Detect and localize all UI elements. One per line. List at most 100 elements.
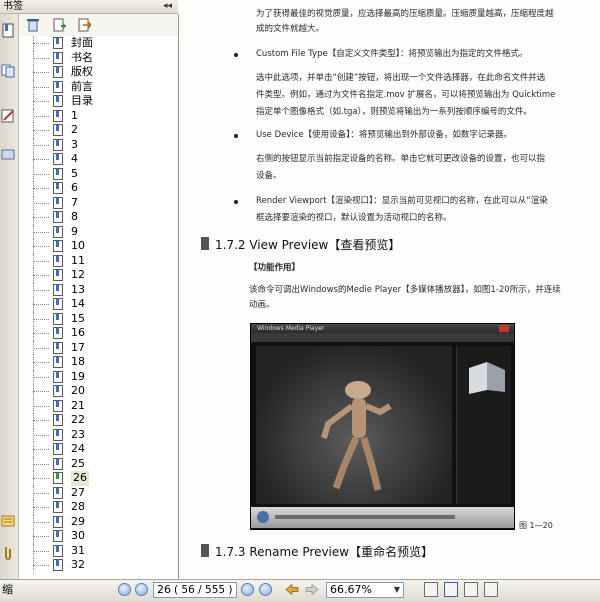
bookmark-item[interactable]: 24 xyxy=(19,442,178,457)
text-line: 选中此选项，并单击“创建”按钮，将出现一个文件选择器，在此命名文件并选 xyxy=(256,73,546,83)
bookmark-icon xyxy=(53,240,63,252)
bookmark-item[interactable]: 23 xyxy=(19,427,178,442)
bookmark-item[interactable]: 17 xyxy=(19,340,178,355)
bookmark-item[interactable]: 27 xyxy=(19,485,178,500)
bookmark-label: 前言 xyxy=(71,79,93,93)
bookmark-item[interactable]: 1 xyxy=(19,108,178,123)
bookmark-label: 19 xyxy=(71,369,85,383)
bookmark-item[interactable]: 6 xyxy=(19,181,178,196)
bookmark-item[interactable]: 25 xyxy=(19,456,178,471)
bookmark-item[interactable]: 封面 xyxy=(19,36,178,51)
tree-connector xyxy=(33,536,49,537)
bookmark-icon xyxy=(53,182,63,194)
tree-connector xyxy=(33,260,49,262)
tree-connector xyxy=(33,376,49,378)
tree-connector xyxy=(33,72,49,73)
annotation-icon[interactable] xyxy=(1,108,16,124)
pages-thumbnail-icon[interactable] xyxy=(1,63,16,79)
bookmark-item[interactable]: 10 xyxy=(19,239,178,254)
bookmark-item[interactable]: 3 xyxy=(19,137,178,152)
bookmark-icon xyxy=(53,530,63,542)
continuous-facing-view-button[interactable] xyxy=(484,582,498,597)
text-line: 该命令可调出Windows的Medie Player【多媒体播放器】，如图1-2… xyxy=(249,285,561,295)
bookmark-icon xyxy=(53,211,63,223)
back-arrow-icon[interactable] xyxy=(285,583,299,596)
media-player-figure: Windows Media Player xyxy=(250,323,515,530)
bookmark-item[interactable]: 5 xyxy=(19,166,178,181)
bookmark-item[interactable]: 9 xyxy=(19,224,178,239)
bookmark-item[interactable]: 7 xyxy=(19,195,178,210)
bookmark-item[interactable]: 32 xyxy=(19,558,178,573)
bookmark-item[interactable]: 8 xyxy=(19,210,178,225)
bookmark-item[interactable]: 4 xyxy=(19,152,178,167)
bookmark-item[interactable]: 19 xyxy=(19,369,178,384)
bookmark-item[interactable]: 13 xyxy=(19,282,178,297)
status-label: 缩 xyxy=(2,583,13,596)
bookmark-item[interactable]: 30 xyxy=(19,529,178,544)
facing-pages-view-button[interactable] xyxy=(464,582,478,597)
single-page-view-button[interactable] xyxy=(424,582,438,597)
bookmark-item[interactable]: 18 xyxy=(19,355,178,370)
forward-arrow-icon[interactable] xyxy=(305,583,319,596)
collapse-panel-button[interactable]: ◂◂ xyxy=(163,0,172,13)
bookmark-item[interactable]: 12 xyxy=(19,268,178,283)
layers-icon[interactable] xyxy=(1,513,16,529)
bookmark-item[interactable]: 书名 xyxy=(19,50,178,65)
tree-connector xyxy=(33,463,49,465)
bookmark-item[interactable]: 20 xyxy=(19,384,178,399)
bookmark-icon xyxy=(53,385,63,397)
bookmark-label: 23 xyxy=(71,427,85,441)
tree-connector xyxy=(33,130,49,131)
bookmark-item[interactable]: 29 xyxy=(19,514,178,529)
bookmark-label: 24 xyxy=(71,442,85,455)
bookmark-item[interactable]: 11 xyxy=(19,253,178,268)
bookmark-item[interactable]: 版权 xyxy=(19,65,178,80)
bookmark-item[interactable]: 21 xyxy=(19,398,178,413)
attachment-icon[interactable] xyxy=(1,146,16,162)
player-controls xyxy=(251,507,514,528)
bookmark-icon xyxy=(53,443,63,455)
paperclip-icon[interactable] xyxy=(1,545,16,561)
zoom-select[interactable]: 66.67% ▼ xyxy=(326,582,404,598)
bookmark-item[interactable]: 26 xyxy=(19,471,178,486)
bookmark-properties-icon[interactable] xyxy=(77,18,93,32)
delete-bookmark-icon[interactable] xyxy=(26,18,40,32)
bookmark-item[interactable]: 2 xyxy=(19,123,178,138)
tree-connector xyxy=(33,217,49,218)
bookmark-icon xyxy=(53,486,63,499)
bookmark-label: 21 xyxy=(71,398,85,412)
text-line: 为了获得最佳的视觉质量，应选择最高的压缩质量。压缩质量越高，压缩程度越 xyxy=(256,9,554,19)
previous-page-icon[interactable] xyxy=(135,583,148,596)
bookmark-item[interactable]: 31 xyxy=(19,543,178,558)
tree-connector xyxy=(33,173,49,175)
new-bookmark-icon[interactable] xyxy=(52,18,66,32)
first-page-icon[interactable] xyxy=(118,583,131,596)
tree-connector xyxy=(33,231,49,233)
tree-connector xyxy=(33,101,49,102)
bookmark-item[interactable]: 14 xyxy=(19,297,178,312)
tree-connector xyxy=(33,86,49,88)
bookmark-icon xyxy=(53,399,63,412)
bookmark-item[interactable]: 22 xyxy=(19,413,178,428)
bookmark-label: 16 xyxy=(71,326,85,339)
bookmark-item[interactable]: 28 xyxy=(19,500,178,515)
text-line: 设备。 xyxy=(256,171,282,181)
bookmark-item[interactable]: 16 xyxy=(19,326,178,341)
continuous-view-button[interactable] xyxy=(444,582,458,597)
bookmark-icon xyxy=(53,370,63,383)
zoom-value: 66.67% xyxy=(330,583,372,596)
bookmarks-icon[interactable] xyxy=(1,23,16,39)
bookmark-label: 28 xyxy=(71,500,85,513)
bookmark-item[interactable]: 前言 xyxy=(19,79,178,94)
bookmark-item[interactable]: 目录 xyxy=(19,94,178,109)
next-page-icon[interactable] xyxy=(241,583,254,596)
bookmark-item[interactable]: 15 xyxy=(19,311,178,326)
bookmark-label: 13 xyxy=(71,282,85,296)
last-page-icon[interactable] xyxy=(259,583,272,596)
bookmark-label: 书名 xyxy=(71,50,93,64)
bookmark-panel-header: 书签 ◂◂ xyxy=(0,0,178,14)
page-number-field[interactable]: 26 ( 56 / 555 ) xyxy=(153,582,237,598)
bookmark-label: 版权 xyxy=(71,65,93,78)
bookmark-label: 10 xyxy=(71,239,85,252)
chevron-down-icon[interactable]: ▼ xyxy=(391,583,403,597)
